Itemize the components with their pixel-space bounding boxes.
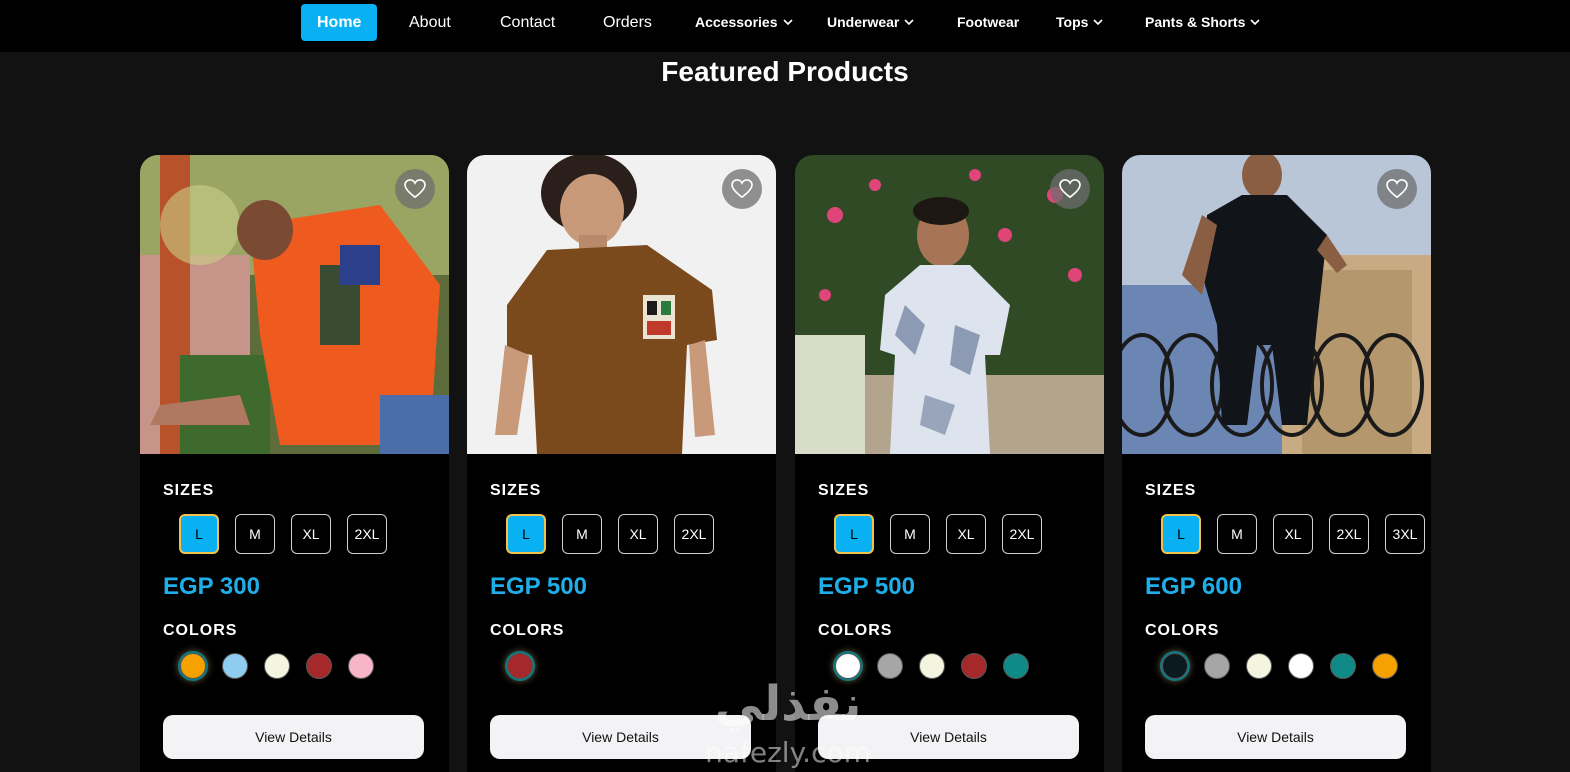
colors-label: COLORS — [1145, 622, 1220, 639]
view-details-button[interactable]: View Details — [163, 715, 424, 759]
size-option[interactable]: 2XL — [1002, 514, 1042, 554]
chevron-down-icon — [1250, 19, 1260, 26]
nav-pants-shorts-label: Pants & Shorts — [1145, 14, 1246, 30]
sizes-label: SIZES — [163, 482, 215, 499]
nav-footwear[interactable]: Footwear — [957, 4, 1019, 41]
product-card: SIZES L M XL 2XL EGP 300 COLORS View Det… — [140, 155, 449, 772]
color-swatch[interactable] — [1330, 653, 1356, 679]
color-swatch[interactable] — [306, 653, 332, 679]
product-price: EGP 300 — [163, 573, 260, 600]
size-option[interactable]: XL — [291, 514, 331, 554]
nav-tops[interactable]: Tops — [1056, 4, 1104, 41]
heart-icon — [731, 179, 753, 199]
product-card: SIZES L M XL 2XL EGP 500 COLORS View Det… — [795, 155, 1104, 772]
color-swatch[interactable] — [222, 653, 248, 679]
colors-list — [180, 653, 374, 679]
sizes-label: SIZES — [818, 482, 870, 499]
color-swatch[interactable] — [507, 653, 533, 679]
size-option[interactable]: 2XL — [1329, 514, 1369, 554]
favorite-button[interactable] — [722, 169, 762, 209]
sizes-list: L M XL 2XL — [506, 514, 714, 554]
product-image[interactable] — [140, 155, 449, 454]
color-swatch[interactable] — [961, 653, 987, 679]
size-option[interactable]: M — [890, 514, 930, 554]
product-card: SIZES L M XL 2XL EGP 500 COLORS View Det… — [467, 155, 776, 772]
size-option[interactable]: M — [562, 514, 602, 554]
sizes-list: L M XL 2XL — [179, 514, 387, 554]
size-option[interactable]: XL — [618, 514, 658, 554]
view-details-button[interactable]: View Details — [818, 715, 1079, 759]
view-details-button[interactable]: View Details — [490, 715, 751, 759]
chevron-down-icon — [782, 19, 793, 26]
colors-list — [835, 653, 1029, 679]
product-image[interactable] — [1122, 155, 1431, 454]
nav-about[interactable]: About — [409, 4, 451, 41]
product-price: EGP 600 — [1145, 573, 1242, 600]
sizes-label: SIZES — [490, 482, 542, 499]
size-option[interactable]: L — [179, 514, 219, 554]
nav-underwear[interactable]: Underwear — [827, 4, 915, 41]
color-swatch[interactable] — [1162, 653, 1188, 679]
colors-label: COLORS — [490, 622, 565, 639]
size-option[interactable]: M — [1217, 514, 1257, 554]
nav-pants-shorts[interactable]: Pants & Shorts — [1145, 4, 1261, 41]
colors-list — [1162, 653, 1398, 679]
view-details-button[interactable]: View Details — [1145, 715, 1406, 759]
size-option[interactable]: 3XL — [1385, 514, 1425, 554]
colors-label: COLORS — [818, 622, 893, 639]
size-option[interactable]: 2XL — [674, 514, 714, 554]
nav-accessories-label: Accessories — [695, 14, 778, 30]
favorite-button[interactable] — [1377, 169, 1417, 209]
heart-icon — [1059, 179, 1081, 199]
sizes-list: L M XL 2XL — [834, 514, 1042, 554]
colors-list — [507, 653, 533, 679]
nav-tops-label: Tops — [1056, 14, 1089, 30]
color-swatch[interactable] — [1288, 653, 1314, 679]
color-swatch[interactable] — [348, 653, 374, 679]
chevron-down-icon — [904, 19, 914, 26]
color-swatch[interactable] — [835, 653, 861, 679]
color-swatch[interactable] — [1204, 653, 1230, 679]
nav-accessories[interactable]: Accessories — [695, 4, 794, 41]
sizes-list: L M XL 2XL 3XL — [1161, 514, 1425, 554]
color-swatch[interactable] — [1003, 653, 1029, 679]
size-option[interactable]: XL — [946, 514, 986, 554]
color-swatch[interactable] — [1246, 653, 1272, 679]
product-image[interactable] — [795, 155, 1104, 454]
colors-label: COLORS — [163, 622, 238, 639]
top-navbar: Home About Contact Orders Accessories Un… — [0, 0, 1570, 52]
product-price: EGP 500 — [490, 573, 587, 600]
color-swatch[interactable] — [919, 653, 945, 679]
color-swatch[interactable] — [877, 653, 903, 679]
product-card: SIZES L M XL 2XL 3XL EGP 600 COLORS View… — [1122, 155, 1431, 772]
color-swatch[interactable] — [1372, 653, 1398, 679]
size-option[interactable]: L — [834, 514, 874, 554]
heart-icon — [404, 179, 426, 199]
heart-icon — [1386, 179, 1408, 199]
product-price: EGP 500 — [818, 573, 915, 600]
size-option[interactable]: L — [506, 514, 546, 554]
nav-underwear-label: Underwear — [827, 14, 900, 30]
favorite-button[interactable] — [395, 169, 435, 209]
color-swatch[interactable] — [180, 653, 206, 679]
size-option[interactable]: 2XL — [347, 514, 387, 554]
size-option[interactable]: M — [235, 514, 275, 554]
nav-orders[interactable]: Orders — [603, 4, 652, 41]
page-title: Featured Products — [661, 56, 909, 87]
chevron-down-icon — [1093, 19, 1103, 26]
size-option[interactable]: XL — [1273, 514, 1313, 554]
sizes-label: SIZES — [1145, 482, 1197, 499]
nav-home[interactable]: Home — [301, 4, 378, 41]
color-swatch[interactable] — [264, 653, 290, 679]
product-image[interactable] — [467, 155, 776, 454]
favorite-button[interactable] — [1050, 169, 1090, 209]
nav-contact[interactable]: Contact — [500, 4, 555, 41]
size-option[interactable]: L — [1161, 514, 1201, 554]
